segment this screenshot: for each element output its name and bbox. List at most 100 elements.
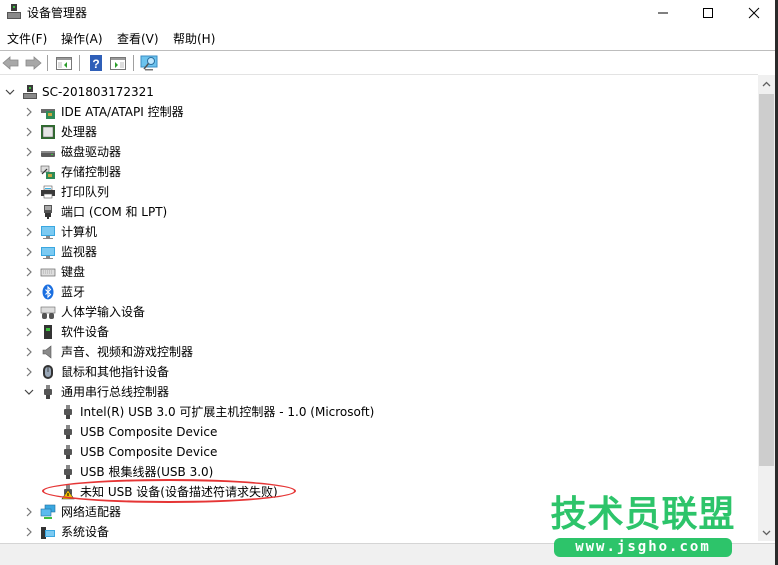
chevron-right-icon[interactable] <box>23 186 35 198</box>
tree-device[interactable]: Intel(R) USB 3.0 可扩展主机控制器 - 1.0 (Microso… <box>0 402 740 422</box>
tree-category-label: 处理器 <box>61 125 98 139</box>
speaker-icon <box>42 345 52 359</box>
system-device-icon <box>41 527 55 539</box>
tree-category[interactable]: IDE ATA/ATAPI 控制器 <box>0 102 740 122</box>
minimize-button[interactable] <box>640 0 686 25</box>
svg-text:?: ? <box>92 57 99 71</box>
chevron-right-icon[interactable] <box>23 306 35 318</box>
tree-category[interactable]: 监视器 <box>0 242 740 262</box>
action-pane-icon <box>110 57 126 70</box>
software-device-icon <box>44 325 52 339</box>
chevron-up-icon <box>762 81 771 86</box>
toolbar-separator <box>47 55 48 71</box>
close-icon <box>748 7 760 18</box>
usb-icon <box>64 445 72 459</box>
tree-device[interactable]: USB 根集线器(USB 3.0) <box>0 462 740 482</box>
tree-category-label: 系统设备 <box>61 525 110 539</box>
usb-icon <box>64 425 72 439</box>
back-button[interactable] <box>2 54 20 72</box>
arrow-left-icon <box>2 56 19 70</box>
tree-category-label: 鼠标和其他指针设备 <box>61 365 170 379</box>
tree-category[interactable]: 键盘 <box>0 262 740 282</box>
chevron-right-icon[interactable] <box>23 166 35 178</box>
tree-device[interactable]: USB Composite Device <box>0 442 740 462</box>
chevron-right-icon[interactable] <box>23 506 35 518</box>
tree-device-label: 未知 USB 设备(设备描述符请求失败) <box>80 485 278 499</box>
usb-icon <box>64 465 72 479</box>
toolbar-separator <box>133 55 134 71</box>
vertical-scrollbar[interactable] <box>758 75 775 541</box>
chevron-down-icon[interactable] <box>23 386 35 398</box>
tree-category[interactable]: 软件设备 <box>0 322 740 342</box>
chevron-right-icon[interactable] <box>23 206 35 218</box>
scroll-thumb[interactable] <box>759 94 774 466</box>
forward-button[interactable] <box>24 54 42 72</box>
usb-icon <box>44 385 52 399</box>
maximize-button[interactable] <box>685 0 731 25</box>
tree-category-label: IDE ATA/ATAPI 控制器 <box>61 105 184 119</box>
window-title: 设备管理器 <box>27 6 88 20</box>
chevron-right-icon[interactable] <box>23 326 35 338</box>
usb-icon <box>64 405 72 419</box>
chevron-right-icon[interactable] <box>23 126 35 138</box>
tree-category-label: 打印队列 <box>61 185 110 199</box>
tree-category[interactable]: 计算机 <box>0 222 740 242</box>
tree-category-label: 监视器 <box>61 245 98 259</box>
ide-controller-icon <box>41 109 55 119</box>
tree-device-label: USB Composite Device <box>80 445 218 459</box>
watermark-title: 技术员联盟 <box>550 494 736 535</box>
menu-help[interactable]: 帮助(H) <box>173 30 215 47</box>
chevron-right-icon[interactable] <box>23 366 35 378</box>
chevron-right-icon[interactable] <box>23 246 35 258</box>
tree-device-label: USB Composite Device <box>80 425 218 439</box>
chevron-right-icon[interactable] <box>23 266 35 278</box>
chevron-right-icon[interactable] <box>23 526 35 538</box>
tree-category-label: 蓝牙 <box>61 285 86 299</box>
computer-monitor-icon <box>41 226 55 239</box>
hid-icon <box>40 306 56 319</box>
device-tree: SC-201803172321 IDE ATA/ATAPI 控制器 处理器磁盘驱动… <box>0 74 758 541</box>
tree-root[interactable]: SC-201803172321 <box>0 82 740 102</box>
tree-category-label: 端口 (COM 和 LPT) <box>61 205 168 219</box>
mouse-icon <box>43 365 53 379</box>
help-button[interactable]: ? <box>87 54 105 72</box>
tree-category-label: 软件设备 <box>61 325 110 339</box>
menu-action[interactable]: 操作(A) <box>61 30 103 47</box>
network-adapter-icon <box>40 504 56 519</box>
tree-category[interactable]: 声音、视频和游戏控制器 <box>0 342 740 362</box>
bluetooth-icon <box>42 284 54 300</box>
tree-category[interactable]: 处理器 <box>0 122 740 142</box>
chevron-right-icon[interactable] <box>23 146 35 158</box>
tree-category-label: 计算机 <box>61 225 98 239</box>
chevron-down-icon <box>762 530 771 535</box>
chevron-right-icon[interactable] <box>23 226 35 238</box>
menu-bar: 文件(F) 操作(A) 查看(V) 帮助(H) <box>0 28 778 48</box>
tree-category[interactable]: 鼠标和其他指针设备 <box>0 362 740 382</box>
tree-category[interactable]: 通用串行总线控制器 <box>0 382 740 402</box>
scan-hardware-button[interactable] <box>140 54 158 72</box>
tree-category[interactable]: 人体学输入设备 <box>0 302 740 322</box>
chevron-right-icon[interactable] <box>23 346 35 358</box>
show-hide-console-tree-button[interactable] <box>55 54 73 72</box>
tree-device[interactable]: USB Composite Device <box>0 422 740 442</box>
watermark: 技术员联盟 www.jsgho.com <box>550 495 736 561</box>
chevron-down-icon[interactable] <box>4 86 16 98</box>
scroll-down-button[interactable] <box>758 524 775 541</box>
tree-category[interactable]: 打印队列 <box>0 182 740 202</box>
tree-category[interactable]: 蓝牙 <box>0 282 740 302</box>
tree-category[interactable]: 端口 (COM 和 LPT) <box>0 202 740 222</box>
menu-file[interactable]: 文件(F) <box>7 30 47 47</box>
scroll-up-button[interactable] <box>758 75 775 92</box>
show-action-pane-button[interactable] <box>109 54 127 72</box>
tree-category[interactable]: 磁盘驱动器 <box>0 142 740 162</box>
close-button[interactable] <box>731 0 777 25</box>
console-tree-icon <box>56 57 72 70</box>
usb-warning-icon <box>61 485 75 500</box>
arrow-right-icon <box>25 56 42 70</box>
tree-category-label: 存储控制器 <box>61 165 122 179</box>
maximize-icon <box>703 7 713 18</box>
tree-category[interactable]: 存储控制器 <box>0 162 740 182</box>
menu-view[interactable]: 查看(V) <box>117 30 159 47</box>
chevron-right-icon[interactable] <box>23 286 35 298</box>
chevron-right-icon[interactable] <box>23 106 35 118</box>
